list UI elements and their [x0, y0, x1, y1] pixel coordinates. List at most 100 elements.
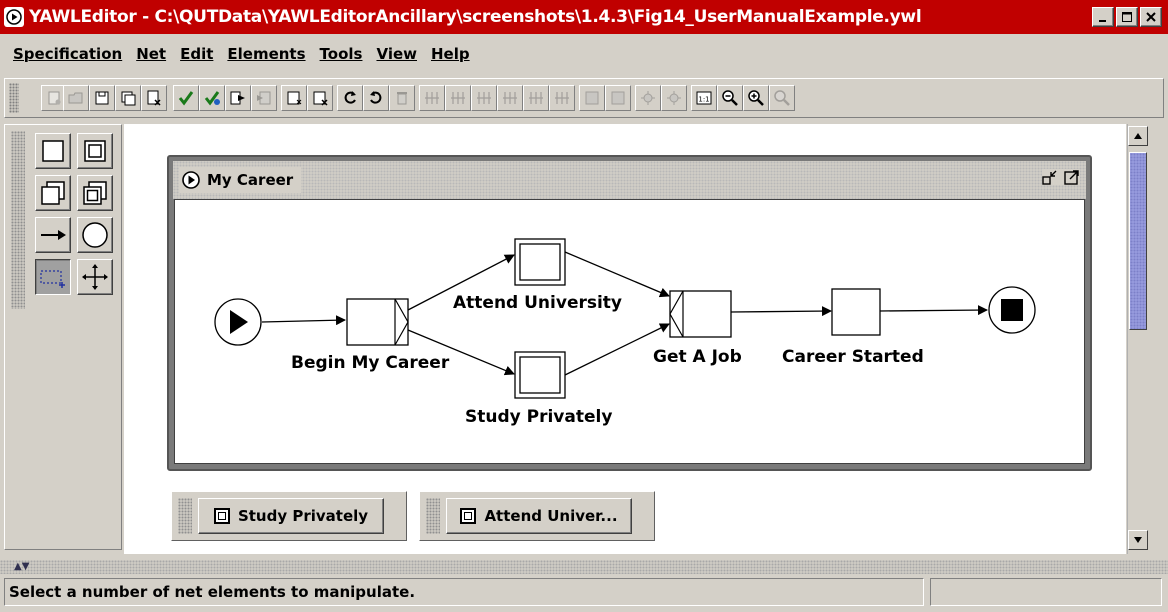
undo-button[interactable] [337, 85, 363, 111]
delete-button[interactable] [389, 85, 415, 111]
net-canvas[interactable]: Begin My Career Attend University Study … [174, 199, 1085, 464]
menu-edit[interactable]: Edit [173, 45, 220, 63]
zoom-actual-button[interactable]: 1:1 [691, 85, 717, 111]
zoom-actual-icon: 1:1 [696, 91, 712, 105]
align-top-button[interactable] [419, 85, 445, 111]
flow-start-begin[interactable] [261, 315, 346, 326]
minimized-grip[interactable] [426, 498, 440, 534]
create-net-icon [287, 91, 302, 105]
label-begin-my-career: Begin My Career [291, 353, 450, 373]
add-to-visible-button[interactable] [635, 85, 661, 111]
flow-job-started[interactable] [730, 306, 832, 317]
task-begin-my-career[interactable] [346, 298, 409, 346]
composite-task-tool-icon [84, 140, 106, 162]
task-study-privately[interactable] [514, 351, 566, 399]
scroll-up-button[interactable] [1128, 126, 1148, 146]
save-specification-button[interactable] [89, 85, 115, 111]
align-left-icon [503, 92, 517, 104]
align-middle-button[interactable] [445, 85, 471, 111]
app-icon[interactable] [4, 7, 24, 27]
remove-net-icon [313, 91, 328, 106]
decrease-size-button[interactable] [605, 85, 631, 111]
close-specification-button[interactable] [141, 85, 167, 111]
menu-tools[interactable]: Tools [313, 45, 370, 63]
atomic-task-tool-button[interactable] [35, 133, 71, 169]
restore-study-privately-button[interactable]: Study Privately [198, 498, 384, 534]
vertical-scrollbar[interactable] [1127, 124, 1148, 554]
zoom-out-button[interactable] [717, 85, 743, 111]
minimize-icon [1099, 20, 1106, 22]
menu-view[interactable]: View [369, 45, 424, 63]
palette-grip[interactable] [11, 131, 25, 309]
net-frame-title-bar[interactable]: My Career [173, 161, 1086, 199]
menu-net[interactable]: Net [129, 45, 173, 63]
flow-started-end[interactable] [879, 305, 988, 316]
arrow-up-icon [1134, 133, 1142, 139]
maximize-button[interactable] [1116, 7, 1138, 27]
composite-task-tool-button[interactable] [77, 133, 113, 169]
split-pane-divider[interactable]: ▲▼ [0, 560, 1168, 574]
net-frame[interactable]: My Career Begin My Career Attend Univers… [167, 155, 1092, 471]
drag-net-tool-button[interactable] [77, 259, 113, 295]
task-attend-university[interactable] [514, 238, 566, 286]
close-specification-icon [147, 90, 161, 106]
align-top-icon [425, 92, 439, 104]
maximize-frame-icon[interactable] [1064, 169, 1080, 185]
align-left-button[interactable] [497, 85, 523, 111]
close-button[interactable] [1140, 7, 1162, 27]
condition-tool-button[interactable] [77, 217, 113, 253]
menu-specification[interactable]: Specification [6, 45, 129, 63]
maximize-icon [1122, 12, 1132, 22]
validate-button[interactable] [173, 85, 199, 111]
input-condition[interactable] [214, 298, 262, 346]
marquee-select-tool-button[interactable] [35, 259, 71, 295]
iconify-icon[interactable] [1042, 169, 1058, 185]
align-right-button[interactable] [549, 85, 575, 111]
multiple-composite-task-tool-button[interactable] [77, 175, 113, 211]
task-career-started[interactable] [831, 288, 881, 336]
menu-bar: Specification Net Edit Elements Tools Vi… [0, 38, 1168, 70]
remove-from-visible-button[interactable] [661, 85, 687, 111]
export-engine-button[interactable] [225, 85, 251, 111]
save-as-button[interactable] [115, 85, 141, 111]
align-bottom-button[interactable] [471, 85, 497, 111]
splitter-arrows-icon[interactable]: ▲▼ [14, 561, 29, 572]
menu-help[interactable]: Help [424, 45, 477, 63]
open-specification-button[interactable] [63, 85, 89, 111]
analyse-button[interactable] [199, 85, 225, 111]
output-condition[interactable] [988, 286, 1036, 334]
label-career-started: Career Started [782, 347, 924, 367]
condition-tool-icon [82, 222, 108, 248]
restore-attend-university-button[interactable]: Attend Univer... [446, 498, 632, 534]
scroll-thumb[interactable] [1129, 152, 1147, 330]
zoom-selected-button[interactable] [769, 85, 795, 111]
increase-size-button[interactable] [579, 85, 605, 111]
import-engine-button[interactable] [251, 85, 277, 111]
flow-attend-job[interactable] [564, 251, 670, 298]
toolbar-grip[interactable] [9, 83, 19, 113]
remove-net-button[interactable] [307, 85, 333, 111]
zoom-out-icon [722, 90, 738, 106]
flow-relation-tool-button[interactable] [35, 217, 71, 253]
align-bottom-icon [477, 92, 491, 104]
zoom-in-button[interactable] [743, 85, 769, 111]
status-bar-secondary [930, 578, 1162, 606]
menu-elements[interactable]: Elements [220, 45, 312, 63]
label-get-a-job: Get A Job [653, 347, 742, 367]
task-get-a-job[interactable] [669, 290, 732, 338]
net-play-icon [182, 171, 200, 189]
create-net-button[interactable] [281, 85, 307, 111]
align-center-button[interactable] [523, 85, 549, 111]
multiple-atomic-task-tool-button[interactable] [35, 175, 71, 211]
redo-icon [370, 91, 382, 104]
title-bar[interactable]: YAWLEditor - C:\QUTData\YAWLEditorAncill… [0, 0, 1168, 34]
close-icon [1146, 12, 1156, 22]
redo-button[interactable] [363, 85, 389, 111]
minimize-button[interactable] [1092, 7, 1114, 27]
minimized-grip[interactable] [178, 498, 192, 534]
element-palette [4, 124, 122, 550]
composite-task-icon [213, 508, 230, 524]
new-specification-icon [48, 91, 61, 105]
decrease-size-icon [611, 91, 625, 105]
scroll-down-button[interactable] [1128, 530, 1148, 550]
